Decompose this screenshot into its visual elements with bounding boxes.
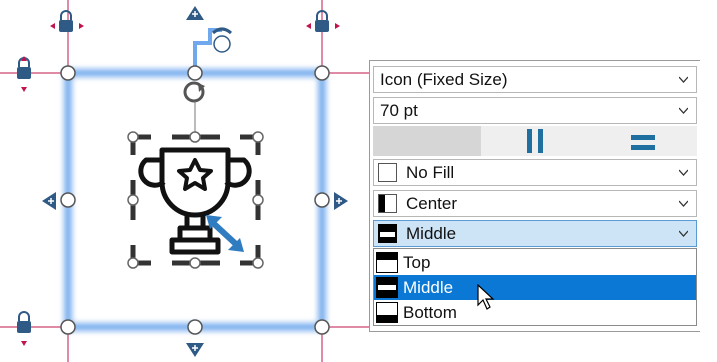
option-label: Top <box>403 253 431 272</box>
orientation-toggle-group <box>373 126 697 156</box>
chevron-down-icon <box>679 230 688 237</box>
horizontal-bars-icon <box>631 135 655 150</box>
chevron-down-icon <box>679 76 688 83</box>
option-label: Middle <box>403 278 454 297</box>
option-bottom[interactable]: Bottom <box>374 300 696 325</box>
font-size-select[interactable]: 70 pt <box>373 97 697 124</box>
no-fill-swatch <box>378 163 397 182</box>
option-middle[interactable]: Middle <box>374 275 696 300</box>
vertical-align-select[interactable]: Middle <box>373 220 697 247</box>
option-label: Bottom <box>403 303 457 322</box>
size-mode-value: Icon (Fixed Size) <box>380 70 508 89</box>
plus-arrow-icon[interactable] <box>186 343 204 357</box>
rotate-icon[interactable] <box>183 81 205 103</box>
plus-arrow-icon[interactable] <box>334 192 348 210</box>
lock-icon[interactable] <box>306 10 340 32</box>
middle-align-swatch <box>376 277 398 298</box>
font-size-value: 70 pt <box>380 101 418 120</box>
top-align-swatch <box>376 252 398 273</box>
horizontal-align-select[interactable]: Center <box>373 190 697 217</box>
vertical-align-dropdown: Top Middle Bottom <box>373 248 697 326</box>
toggle-blank[interactable] <box>373 126 481 156</box>
mouse-cursor-icon <box>477 284 495 310</box>
vertical-bars-icon <box>527 129 543 153</box>
fill-select[interactable]: No Fill <box>373 159 697 186</box>
chevron-down-icon <box>679 169 688 176</box>
chevron-down-icon <box>679 107 688 114</box>
fill-value: No Fill <box>406 163 455 182</box>
plus-arrow-icon[interactable] <box>186 6 204 20</box>
rotation-handle[interactable] <box>213 35 231 53</box>
lock-icon[interactable] <box>17 311 31 346</box>
size-mode-select[interactable]: Icon (Fixed Size) <box>373 66 697 93</box>
toggle-vertical[interactable] <box>481 126 589 156</box>
toggle-horizontal[interactable] <box>589 126 697 156</box>
plus-arrow-icon[interactable] <box>42 192 56 210</box>
center-align-swatch <box>378 194 397 213</box>
trophy-icon[interactable] <box>138 147 252 255</box>
horizontal-align-value: Center <box>406 194 458 213</box>
option-top[interactable]: Top <box>374 250 696 275</box>
vertical-align-value: Middle <box>406 224 457 243</box>
lock-icon[interactable] <box>50 10 84 32</box>
lock-icon[interactable] <box>17 56 31 92</box>
chevron-down-icon <box>679 200 688 207</box>
bottom-align-swatch <box>376 302 398 323</box>
middle-align-swatch <box>378 224 397 243</box>
